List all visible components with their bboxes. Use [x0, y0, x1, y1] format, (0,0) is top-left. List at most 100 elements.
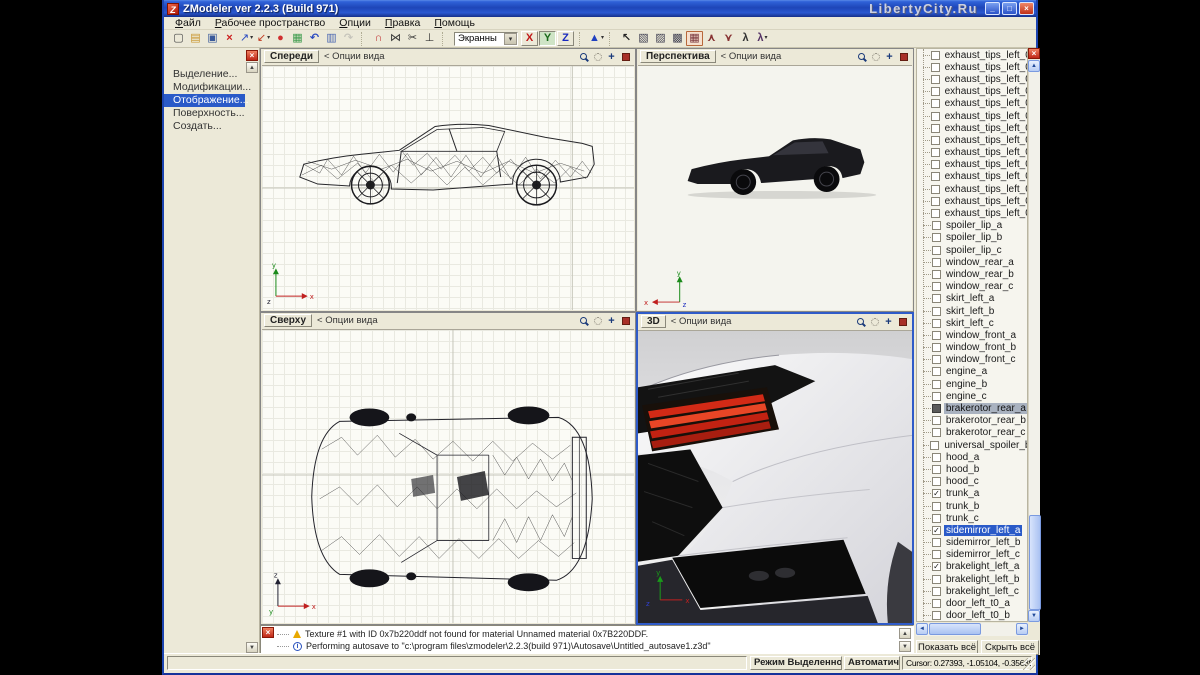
menu-item[interactable]: Файл: [168, 17, 208, 29]
viewport-top-canvas[interactable]: z x y: [262, 329, 634, 623]
zoom-icon[interactable]: [854, 316, 867, 328]
selection-mode-indicator[interactable]: Режим Выделенного: [750, 656, 842, 670]
rotate-view-icon[interactable]: [869, 51, 882, 63]
part-visibility-checkbox[interactable]: [932, 538, 941, 547]
part-row[interactable]: skirt_left_a: [917, 293, 1027, 305]
new-file-icon[interactable]: ▢: [170, 31, 187, 46]
part-visibility-checkbox[interactable]: [932, 270, 941, 279]
part-visibility-checkbox[interactable]: [932, 380, 941, 389]
part-visibility-checkbox[interactable]: ✓: [932, 489, 941, 498]
zoom-icon[interactable]: [577, 51, 590, 63]
magnet-icon[interactable]: ∩: [370, 31, 387, 46]
part-visibility-checkbox[interactable]: [931, 160, 940, 169]
sidebar-item[interactable]: Выделение...: [164, 68, 245, 81]
part-row[interactable]: brakerotor_rear_b: [917, 415, 1027, 427]
character-icon[interactable]: λ: [737, 31, 754, 46]
part-visibility-checkbox[interactable]: [932, 282, 941, 291]
part-visibility-checkbox[interactable]: [932, 477, 941, 486]
axis-y-button[interactable]: Y: [539, 31, 556, 46]
part-row[interactable]: exhaust_tips_left_04_: [917, 171, 1027, 183]
select-edges-icon[interactable]: ▨: [652, 31, 669, 46]
part-visibility-checkbox[interactable]: [932, 416, 941, 425]
part-row[interactable]: exhaust_tips_left_04_: [917, 147, 1027, 159]
part-row[interactable]: exhaust_tips_left_02_: [917, 98, 1027, 110]
auto-mode-indicator[interactable]: Автоматич.: [844, 656, 900, 670]
maximize-viewport-icon[interactable]: [619, 51, 632, 63]
part-visibility-checkbox[interactable]: [931, 136, 940, 145]
detach-icon[interactable]: ✂: [404, 31, 421, 46]
viewport-3d-title-button[interactable]: 3D: [641, 315, 666, 328]
part-visibility-checkbox[interactable]: [931, 197, 940, 206]
part-row[interactable]: engine_c: [917, 390, 1027, 402]
part-row[interactable]: spoiler_lip_b: [917, 232, 1027, 244]
part-visibility-checkbox[interactable]: [931, 124, 940, 133]
part-visibility-checkbox[interactable]: [931, 51, 940, 60]
part-row[interactable]: spoiler_lip_c: [917, 244, 1027, 256]
part-visibility-checkbox[interactable]: [931, 63, 940, 72]
part-visibility-checkbox[interactable]: [931, 112, 940, 121]
part-visibility-checkbox[interactable]: [931, 75, 940, 84]
part-visibility-checkbox[interactable]: [932, 465, 941, 474]
part-row[interactable]: exhaust_tips_left_02_: [917, 73, 1027, 85]
part-row[interactable]: exhaust_tips_left_04_: [917, 159, 1027, 171]
select-objects-icon[interactable]: ▦: [686, 31, 703, 46]
part-visibility-checkbox[interactable]: [932, 319, 941, 328]
part-row[interactable]: ✓ brakelight_left_a: [917, 561, 1027, 573]
log-scroll-down-icon[interactable]: ▼: [899, 641, 911, 652]
part-visibility-checkbox[interactable]: [931, 185, 940, 194]
part-row[interactable]: exhaust_tips_left_05_: [917, 183, 1027, 195]
pan-fit-icon[interactable]: +: [605, 51, 618, 63]
part-visibility-checkbox[interactable]: [932, 233, 941, 242]
part-row[interactable]: door_left_t0_b: [917, 610, 1027, 622]
scroll-up-icon[interactable]: ▲: [1028, 60, 1040, 72]
close-panel-button[interactable]: ×: [1028, 48, 1040, 59]
part-row[interactable]: universal_spoiler_base: [917, 439, 1027, 451]
part-row[interactable]: trunk_c: [917, 512, 1027, 524]
part-row[interactable]: exhaust_tips_left_03_: [917, 134, 1027, 146]
material-editor-icon[interactable]: ●: [272, 31, 289, 46]
maximize-button[interactable]: □: [1002, 2, 1017, 15]
part-visibility-checkbox[interactable]: [932, 453, 941, 462]
weld-vertices-icon[interactable]: ⋈: [387, 31, 404, 46]
part-visibility-checkbox[interactable]: [931, 209, 940, 218]
minimize-button[interactable]: _: [985, 2, 1000, 15]
properties-dialog-icon[interactable]: ▥: [323, 31, 340, 46]
part-row[interactable]: ✓ trunk_a: [917, 488, 1027, 500]
pan-fit-icon[interactable]: +: [605, 315, 618, 327]
resize-grip[interactable]: [1023, 658, 1035, 670]
view-options-label[interactable]: < Опции вида: [317, 315, 378, 326]
part-visibility-checkbox[interactable]: [932, 428, 941, 437]
viewport-3d-canvas[interactable]: y x z: [638, 330, 912, 623]
zoom-icon[interactable]: [577, 315, 590, 327]
part-row[interactable]: window_front_a: [917, 329, 1027, 341]
rotate-view-icon[interactable]: [591, 51, 604, 63]
skin-icon[interactable]: ⋎: [720, 31, 737, 46]
part-visibility-checkbox[interactable]: [932, 392, 941, 401]
texture-browser-icon[interactable]: ▦: [289, 31, 306, 46]
maximize-viewport-icon[interactable]: [619, 315, 632, 327]
part-visibility-checkbox[interactable]: [932, 502, 941, 511]
scrollbar-thumb[interactable]: [929, 623, 981, 635]
part-row[interactable]: window_rear_c: [917, 281, 1027, 293]
sidebar-item[interactable]: Отображение...: [164, 94, 245, 107]
part-row[interactable]: ✓ sidemirror_left_a: [917, 524, 1027, 536]
menu-item[interactable]: Правка: [378, 17, 427, 29]
log-scroll-up-icon[interactable]: ▲: [899, 628, 911, 639]
parts-vertical-scrollbar[interactable]: ▲ ▼: [1028, 60, 1040, 622]
select-vertices-icon[interactable]: ▧: [635, 31, 652, 46]
part-row[interactable]: brakelight_left_b: [917, 573, 1027, 585]
chevron-down-icon[interactable]: ▾: [504, 33, 517, 45]
part-row[interactable]: hood_a: [917, 451, 1027, 463]
part-row[interactable]: exhaust_tips_left_05_: [917, 207, 1027, 219]
bones-icon[interactable]: ⋏: [703, 31, 720, 46]
part-visibility-checkbox[interactable]: [932, 258, 941, 267]
part-row[interactable]: window_rear_a: [917, 256, 1027, 268]
part-visibility-checkbox[interactable]: [932, 575, 941, 584]
maximize-viewport-icon[interactable]: [896, 316, 909, 328]
part-visibility-checkbox[interactable]: ✓: [932, 526, 941, 535]
open-folder-icon[interactable]: ▤: [187, 31, 204, 46]
part-visibility-checkbox[interactable]: [932, 514, 941, 523]
view-options-label[interactable]: < Опции вида: [721, 51, 782, 62]
menu-item[interactable]: Помощь: [427, 17, 482, 29]
undo-icon[interactable]: ↶: [306, 31, 323, 46]
